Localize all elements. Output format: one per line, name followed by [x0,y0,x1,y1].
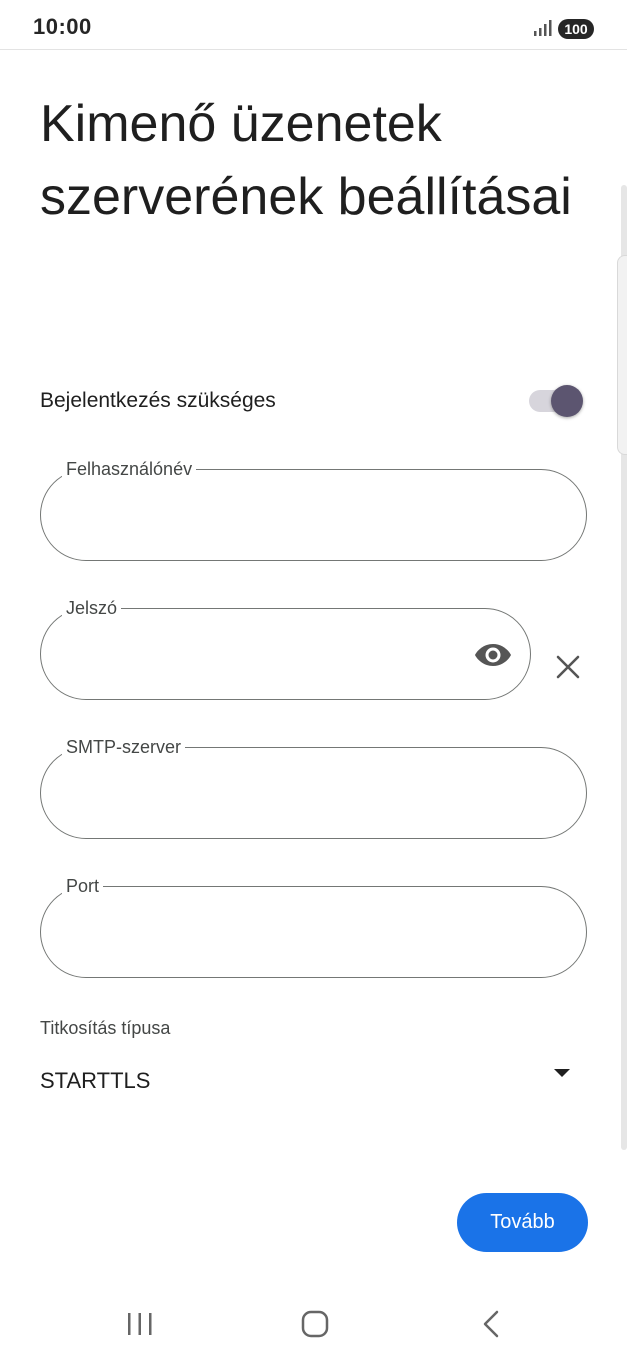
encryption-type-label: Titkosítás típusa [40,1018,171,1038]
username-field[interactable]: Felhasználónév [40,458,587,561]
username-input[interactable] [67,494,371,536]
scrollbar-thumb[interactable] [617,255,627,455]
port-input[interactable] [67,911,371,953]
port-label: Port [62,875,104,897]
login-required-label: Bejelentkezés szükséges [40,389,276,412]
toggle-thumb [551,385,583,417]
eye-icon[interactable] [474,640,512,670]
status-bar: 10:00 100 [0,0,627,50]
recents-icon[interactable] [126,1312,154,1336]
password-field[interactable]: Jelszó [40,597,531,700]
battery-badge: 100 [558,19,594,39]
smtp-server-label: SMTP-szerver [62,736,186,758]
page-title: Kimenő üzenetek szerverének beállításai [40,95,572,226]
encryption-type-value: STARTTLS [40,1068,151,1093]
password-label: Jelszó [62,597,122,619]
login-required-toggle[interactable] [529,384,583,420]
dropdown-arrow-icon [554,1069,570,1077]
navigation-bar [0,1290,627,1360]
smtp-server-input[interactable] [67,772,371,814]
encryption-type-select[interactable]: STARTTLS [40,1060,585,1104]
signal-bars-icon [534,20,552,36]
next-button[interactable]: Tovább [457,1193,588,1252]
status-time: 10:00 [33,14,92,39]
smtp-server-field[interactable]: SMTP-szerver [40,736,587,839]
home-icon[interactable] [301,1310,329,1338]
close-icon[interactable] [556,655,580,679]
username-label: Felhasználónév [62,458,197,480]
password-input[interactable] [67,633,371,675]
port-field[interactable]: Port [40,875,587,978]
back-icon[interactable] [481,1310,501,1338]
